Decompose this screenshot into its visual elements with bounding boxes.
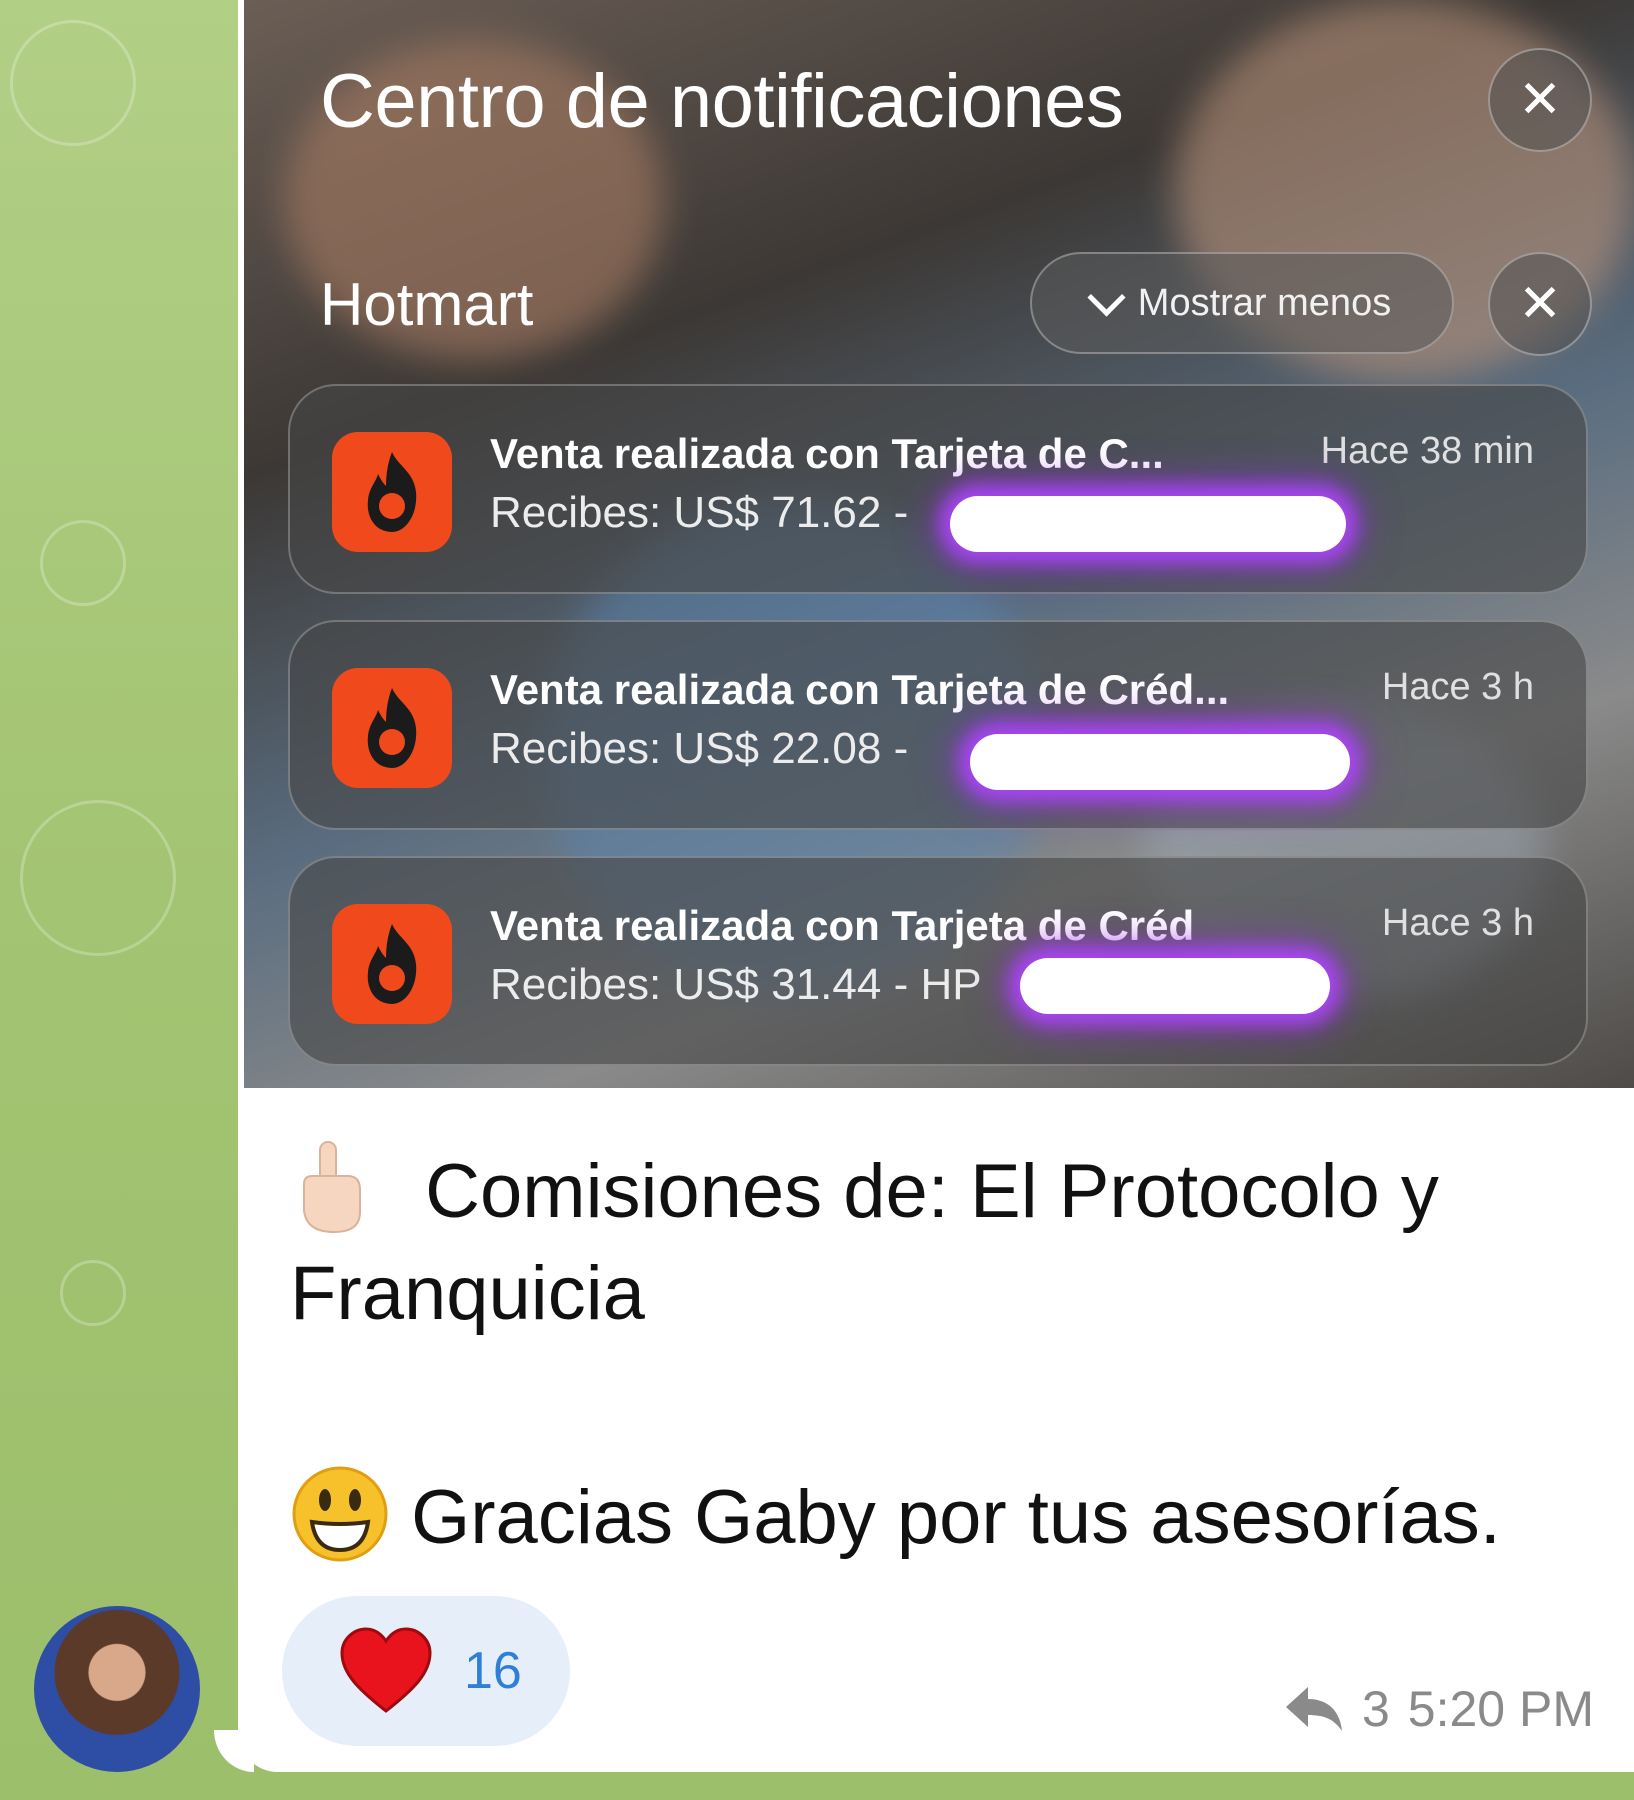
message-line-2: Franquicia xyxy=(290,1251,645,1336)
heart-icon xyxy=(340,1627,432,1713)
message-time: 5:20 PM xyxy=(1407,1681,1594,1737)
notification-time: Hace 3 h xyxy=(1381,902,1534,944)
screenshot-photo[interactable]: Centro de notificaciones ✕ Hotmart Mostr… xyxy=(244,0,1634,1088)
doodle xyxy=(60,1260,126,1326)
hotmart-app-icon xyxy=(332,904,452,1024)
notification-title: Venta realizada con Tarjeta de Créd xyxy=(490,902,1195,949)
show-less-button[interactable]: Mostrar menos xyxy=(1030,252,1454,354)
reply-icon xyxy=(1285,1687,1342,1731)
redaction-mark xyxy=(1020,958,1330,1014)
message-line-3: Gracias Gaby por tus asesorías. xyxy=(290,1464,1501,1582)
message-text-1: Comisiones de: El Protocolo y xyxy=(425,1149,1439,1235)
doodle xyxy=(20,800,176,956)
show-less-label: Mostrar menos xyxy=(1137,281,1392,324)
reaction-count: 16 xyxy=(464,1642,522,1700)
hotmart-app-icon xyxy=(332,432,452,552)
close-icon: ✕ xyxy=(1518,275,1562,333)
pointing-up-icon xyxy=(290,1140,370,1254)
hotmart-app-icon xyxy=(332,668,452,788)
notification-time: Hace 3 h xyxy=(1381,666,1534,708)
redaction-mark xyxy=(950,496,1346,552)
notification-body: Recibes: US$ 71.62 - xyxy=(490,488,909,537)
group-title: Hotmart xyxy=(320,271,534,338)
smiley-icon xyxy=(290,1464,390,1582)
reply-count[interactable]: 3 xyxy=(1362,1680,1390,1738)
notification-body: Recibes: US$ 22.08 - xyxy=(490,724,909,773)
flame-icon xyxy=(367,688,417,768)
heart-reaction-button[interactable]: 16 xyxy=(282,1596,570,1746)
chevron-down-icon xyxy=(1087,277,1126,317)
sender-avatar[interactable] xyxy=(34,1606,200,1772)
notification-title: Venta realizada con Tarjeta de C... xyxy=(490,430,1164,477)
message-line-1: Comisiones de: El Protocolo y xyxy=(290,1140,1439,1254)
redaction-mark xyxy=(970,734,1350,790)
notification-time: Hace 38 min xyxy=(1320,430,1534,472)
close-group-button[interactable]: ✕ xyxy=(1488,252,1592,356)
flame-icon xyxy=(367,924,417,1004)
close-all-button[interactable]: ✕ xyxy=(1488,48,1592,152)
doodle xyxy=(40,520,126,606)
flame-icon xyxy=(367,452,417,532)
notification-title: Venta realizada con Tarjeta de Créd... xyxy=(490,666,1230,713)
notification-body: Recibes: US$ 31.44 - HP xyxy=(490,960,982,1009)
notification-item[interactable]: Venta realizada con Tarjeta de Créd Reci… xyxy=(288,856,1588,1066)
doodle xyxy=(10,20,136,146)
message-text-3: Gracias Gaby por tus asesorías. xyxy=(411,1475,1501,1561)
notification-item[interactable]: Venta realizada con Tarjeta de Créd... R… xyxy=(288,620,1588,830)
notification-item[interactable]: Venta realizada con Tarjeta de C... Reci… xyxy=(288,384,1588,594)
message-meta: 3 5:20 PM xyxy=(1284,1680,1594,1738)
close-icon: ✕ xyxy=(1518,71,1562,129)
notification-center-title: Centro de notificaciones xyxy=(320,59,1124,144)
